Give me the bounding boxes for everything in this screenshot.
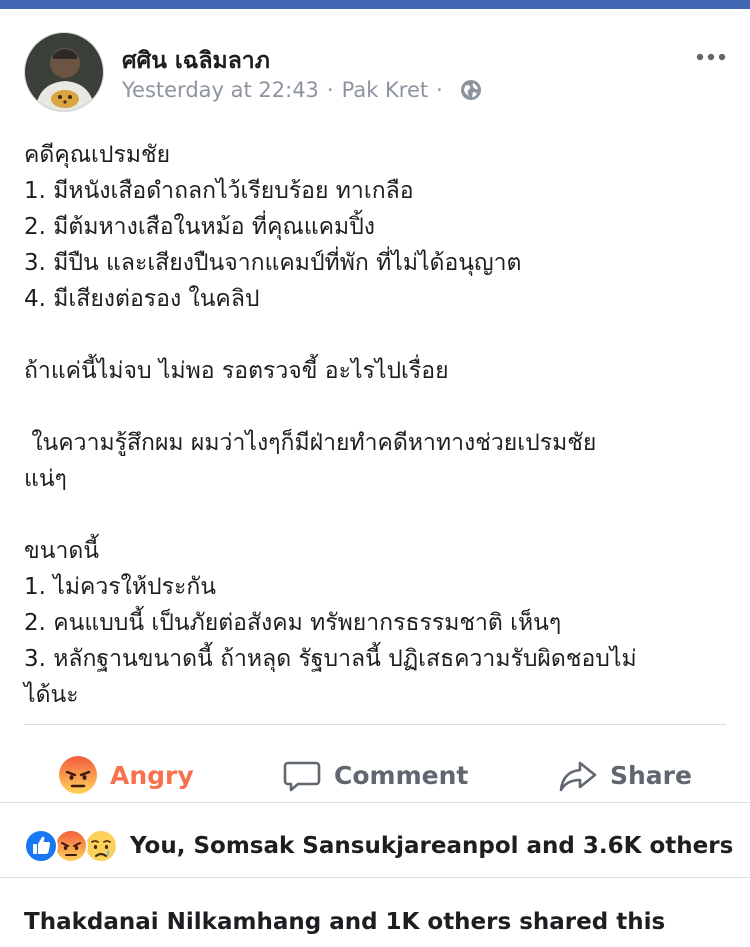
post-meta: Yesterday at 22:43 · Pak Kret ·: [122, 78, 483, 102]
post-line: คดีคุณเปรมชัย: [24, 142, 171, 168]
post-line: ขนาดนี้: [24, 538, 100, 564]
author-name[interactable]: ศศิน เฉลิมลาภ: [122, 43, 270, 79]
share-label: Share: [610, 760, 692, 790]
like-icon: [24, 829, 58, 863]
angry-button[interactable]: Angry: [58, 747, 194, 803]
post-body: คดีคุณเปรมชัย 1. มีหนังเสือดำถลกไว้เรียบ…: [24, 137, 724, 713]
comment-label: Comment: [334, 760, 469, 790]
post-line: 1. มีหนังเสือดำถลกไว้เรียบร้อย ทาเกลือ: [24, 178, 414, 204]
avatar[interactable]: [24, 32, 104, 112]
meta-separator: ·: [436, 78, 443, 102]
post-line: 3. หลักฐานขนาดนี้ ถ้าหลุด รัฐบาลนี้ ปฏิเ…: [24, 646, 637, 672]
angry-icon: [58, 755, 98, 795]
post-line: 2. มีต้มหางเสือในหม้อ ที่คุณแคมปิ้ง: [24, 214, 376, 240]
angry-label: Angry: [110, 760, 194, 790]
post-line: แน่ๆ: [24, 466, 67, 492]
post-card: ศศิน เฉลิมลาภ Yesterday at 22:43 · Pak K…: [0, 9, 750, 947]
shares-summary[interactable]: Thakdanai Nilkamhang and 1K others share…: [24, 909, 665, 935]
meta-separator: ·: [326, 78, 334, 102]
sad-icon: [84, 829, 118, 863]
comment-button[interactable]: Comment: [282, 747, 468, 803]
post-location[interactable]: Pak Kret: [342, 78, 429, 102]
reactions-text[interactable]: You, Somsak Sansukjareanpol and 3.6K oth…: [130, 833, 733, 859]
reactions-summary[interactable]: You, Somsak Sansukjareanpol and 3.6K oth…: [24, 829, 733, 863]
post-line: 4. มีเสียงต่อรอง ในคลิป: [24, 286, 260, 312]
post-line: 3. มีปืน และเสียงปืนจากแคมป์ที่พัก ที่ไม…: [24, 250, 522, 276]
globe-icon: [459, 78, 483, 102]
divider: [24, 724, 726, 725]
share-button[interactable]: Share: [558, 747, 692, 803]
comment-icon: [282, 755, 322, 795]
post-line: 1. ไม่ควรให้ประกัน: [24, 574, 216, 600]
divider: [0, 802, 750, 803]
angry-icon: [54, 829, 88, 863]
more-options-icon[interactable]: [694, 49, 728, 63]
post-line: 2. คนแบบนี้ เป็นภัยต่อสังคม ทรัพยากรธรรม…: [24, 610, 562, 636]
post-line: ถ้าแค่นี้ไม่จบ ไม่พอ รอตรวจขี้ อะไรไปเรื…: [24, 358, 449, 384]
post-line: ได้นะ: [24, 682, 79, 708]
post-line: ในความรู้สึกผม ผมว่าไงๆก็มีฝ่ายทำคดีหาทา…: [24, 430, 597, 456]
top-bar: [0, 0, 750, 9]
divider: [0, 877, 750, 878]
post-time[interactable]: Yesterday at 22:43: [122, 78, 319, 102]
share-icon: [558, 755, 598, 795]
reaction-icons: [24, 829, 124, 863]
